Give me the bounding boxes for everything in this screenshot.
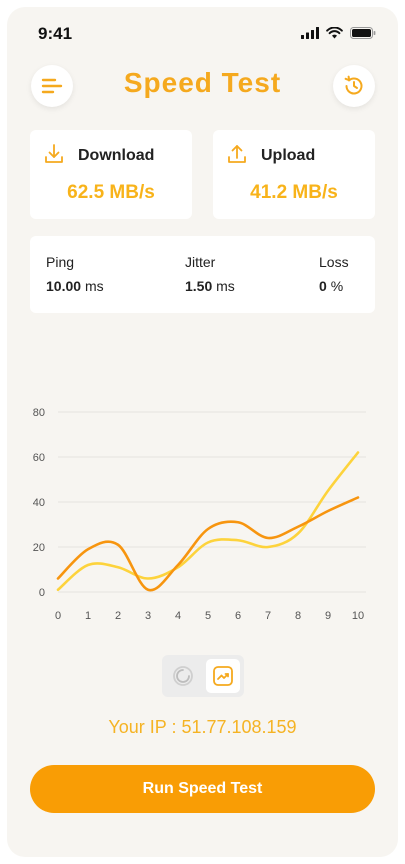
gauge-view-button[interactable] (166, 659, 200, 693)
x-tick-label: 6 (235, 610, 241, 622)
y-tick-label: 60 (33, 452, 45, 464)
series-line-2 (56, 451, 360, 592)
x-tick-label: 1 (85, 610, 91, 622)
x-tick-label: 8 (295, 610, 301, 622)
y-tick-label: 40 (33, 497, 45, 509)
run-speed-test-button[interactable]: Run Speed Test (30, 765, 375, 813)
y-tick-label: 80 (33, 407, 45, 419)
y-tick-label: 0 (39, 587, 45, 599)
x-tick-label: 0 (55, 610, 61, 622)
x-tick-label: 10 (352, 610, 364, 622)
x-tick-label: 4 (175, 610, 181, 622)
x-tick-label: 5 (205, 610, 211, 622)
y-tick-label: 20 (33, 542, 45, 554)
x-tick-label: 9 (325, 610, 331, 622)
x-tick-label: 7 (265, 610, 271, 622)
x-tick-label: 2 (115, 610, 121, 622)
view-toggle (162, 655, 244, 697)
x-tick-label: 3 (145, 610, 151, 622)
chart-view-button[interactable] (206, 659, 240, 693)
speed-line-chart: 0 20 40 60 80 0 1 2 3 4 5 6 7 8 9 10 (33, 407, 366, 622)
phone-screen: 9:41 Speed Test Download 62.5 MB/s Uploa… (7, 7, 398, 857)
gauge-icon (173, 666, 193, 686)
chart-trend-icon (213, 666, 233, 686)
ip-address-text: Your IP : 51.77.108.159 (108, 717, 297, 737)
